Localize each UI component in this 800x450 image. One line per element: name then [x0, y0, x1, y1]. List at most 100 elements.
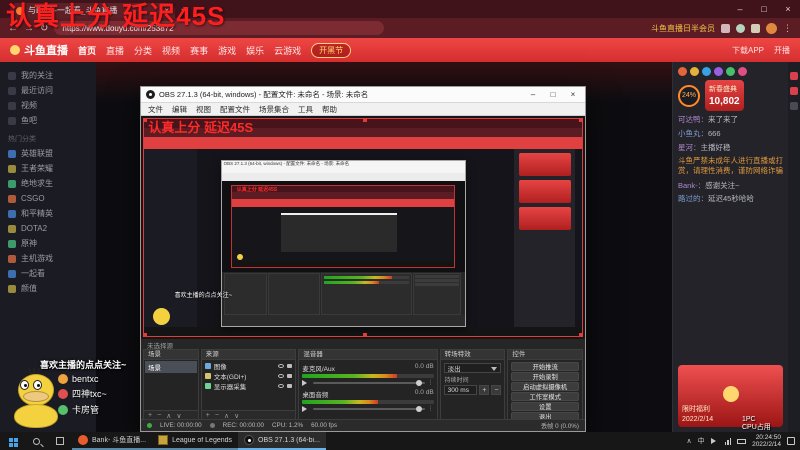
menu-scene-collection[interactable]: 场景集合 — [259, 104, 289, 115]
menu-profile[interactable]: 配置文件 — [220, 104, 250, 115]
obs-preview[interactable]: 认真上分 延迟45S 喜欢主播的点点关注~ OBS 27.1.3 (64-bit… — [141, 116, 585, 339]
selection-handle[interactable] — [144, 333, 147, 336]
sidebar-item-yuba[interactable]: 鱼吧 — [8, 113, 96, 128]
obs-maximize-button[interactable]: □ — [543, 87, 563, 102]
menu-help[interactable]: 帮助 — [322, 104, 337, 115]
speaker-icon[interactable] — [302, 405, 310, 412]
sidebar-category[interactable]: 绝地求生 — [8, 176, 96, 191]
obs-close-button[interactable]: × — [563, 87, 583, 102]
lock-icon[interactable] — [287, 374, 293, 378]
back-to-top-icon[interactable] — [790, 102, 798, 110]
browser-minimize-button[interactable]: – — [728, 0, 752, 18]
source-item-display-capture[interactable]: 显示器采集 — [203, 381, 295, 391]
chat-user[interactable]: 小鱼丸 — [678, 129, 708, 138]
speaker-icon[interactable] — [302, 379, 310, 386]
go-live-link[interactable]: 开播 — [774, 45, 790, 56]
selection-handle[interactable] — [579, 119, 582, 122]
download-app-link[interactable]: 下载APP — [732, 45, 764, 56]
sidebar-category[interactable]: 颜值 — [8, 281, 96, 296]
menu-file[interactable]: 文件 — [148, 104, 163, 115]
desktop-volume-slider[interactable] — [313, 405, 425, 412]
preview-screen-capture[interactable]: 认真上分 延迟45S 喜欢主播的点点关注~ OBS 27.1.3 (64-bit… — [143, 118, 583, 337]
taskbar-app-browser[interactable]: Bank- 斗鱼直播... — [72, 432, 153, 450]
sidebar-category[interactable]: 和平精英 — [8, 206, 96, 221]
sidebar-category[interactable]: 一起看 — [8, 266, 96, 281]
lock-icon[interactable] — [287, 384, 293, 388]
nav-item-live[interactable]: 直播 — [106, 44, 124, 57]
virtual-camera-button[interactable]: 启动虚拟摄像机 — [511, 382, 580, 391]
nav-item-cloudgame[interactable]: 云游戏 — [274, 44, 301, 57]
gift-icon[interactable] — [678, 67, 687, 76]
menu-edit[interactable]: 编辑 — [172, 104, 187, 115]
volume-icon[interactable] — [710, 438, 719, 444]
nav-item-games[interactable]: 游戏 — [218, 44, 236, 57]
promo-pill[interactable]: 开黑节 — [311, 42, 352, 58]
network-icon[interactable] — [724, 437, 732, 445]
gift-icon[interactable] — [726, 67, 735, 76]
visibility-eye-icon[interactable] — [278, 384, 285, 388]
battery-icon[interactable] — [737, 438, 747, 444]
taskbar-app-lol[interactable]: League of Legends — [152, 432, 239, 450]
start-streaming-button[interactable]: 开始推流 — [511, 362, 580, 371]
start-recording-button[interactable]: 开始录制 — [511, 372, 580, 381]
sources-dock-header[interactable]: 来源 — [201, 350, 296, 360]
remove-source-button[interactable]: − — [215, 412, 219, 419]
profile-avatar[interactable] — [766, 22, 777, 34]
chat-user[interactable]: 可达鸭 — [678, 115, 708, 124]
slider-knob[interactable] — [416, 405, 423, 412]
sidebar-item-history[interactable]: 最近访问 — [8, 83, 96, 98]
gift-icon[interactable] — [738, 67, 747, 76]
sidebar-category[interactable]: DOTA2 — [8, 221, 96, 236]
taskbar-clock[interactable]: 20:24:50 2022/2/14 — [752, 434, 781, 449]
nav-item-video[interactable]: 视频 — [162, 44, 180, 57]
activity-card[interactable]: 新春盛典 10,802 — [705, 80, 744, 111]
sidebar-category[interactable]: 原神 — [8, 236, 96, 251]
controls-dock-header[interactable]: 控件 — [508, 350, 583, 360]
duration-field[interactable]: 300 ms — [443, 385, 478, 395]
sidebar-category[interactable]: 主机游戏 — [8, 251, 96, 266]
sidebar-item-follow[interactable]: 我的关注 — [8, 68, 96, 83]
site-logo[interactable]: 斗鱼直播 — [10, 42, 68, 58]
notification-center-icon[interactable] — [787, 437, 795, 445]
gift-icon[interactable] — [702, 67, 711, 76]
settings-button[interactable]: 设置 — [511, 402, 580, 411]
channel-options-icon[interactable]: ⋮ — [428, 405, 434, 412]
obs-titlebar[interactable]: OBS 27.1.3 (64-bit, windows) - 配置文件: 未命名… — [141, 87, 585, 103]
add-source-button[interactable]: + — [206, 412, 210, 419]
selection-handle[interactable] — [144, 119, 147, 122]
selection-handle[interactable] — [579, 333, 582, 336]
sidebar-category[interactable]: 王者荣耀 — [8, 161, 96, 176]
taskbar-search-button[interactable] — [24, 432, 48, 450]
channel-options-icon[interactable]: ⋮ — [428, 379, 434, 386]
menu-tools[interactable]: 工具 — [298, 104, 313, 115]
slider-knob[interactable] — [416, 379, 423, 386]
red-packet-icon[interactable] — [790, 72, 798, 80]
task-icon[interactable] — [790, 87, 798, 95]
duration-decrease-button[interactable]: − — [491, 385, 502, 395]
gift-icon[interactable] — [690, 67, 699, 76]
visibility-eye-icon[interactable] — [278, 364, 285, 368]
transitions-dock-header[interactable]: 转场特效 — [440, 350, 505, 360]
selection-handle[interactable] — [363, 119, 367, 122]
browser-menu-icon[interactable]: ⋮ — [783, 23, 792, 34]
sidebar-item-video[interactable]: 视频 — [8, 98, 96, 113]
start-button[interactable] — [0, 432, 24, 450]
menu-view[interactable]: 视图 — [196, 104, 211, 115]
gift-icon[interactable] — [714, 67, 723, 76]
duration-increase-button[interactable]: + — [479, 385, 490, 395]
mic-volume-slider[interactable] — [313, 379, 425, 386]
task-view-button[interactable] — [48, 432, 72, 450]
nav-item-esports[interactable]: 赛事 — [190, 44, 208, 57]
chat-user[interactable]: Bank- — [678, 181, 705, 190]
obs-minimize-button[interactable]: – — [523, 87, 543, 102]
mixer-dock-header[interactable]: 混音器 — [299, 350, 437, 360]
nav-item-entertainment[interactable]: 娱乐 — [246, 44, 264, 57]
transition-select[interactable]: 淡出 — [443, 363, 502, 373]
extension-icon[interactable] — [751, 23, 760, 33]
studio-mode-button[interactable]: 工作室模式 — [511, 392, 580, 401]
selection-handle[interactable] — [363, 333, 367, 336]
browser-close-button[interactable]: × — [776, 0, 800, 18]
input-method-indicator[interactable]: 中 — [698, 436, 705, 446]
chat-user[interactable]: 路过的 — [678, 194, 708, 203]
taskbar-app-obs[interactable]: OBS 27.1.3 (64-bi... — [238, 432, 326, 450]
